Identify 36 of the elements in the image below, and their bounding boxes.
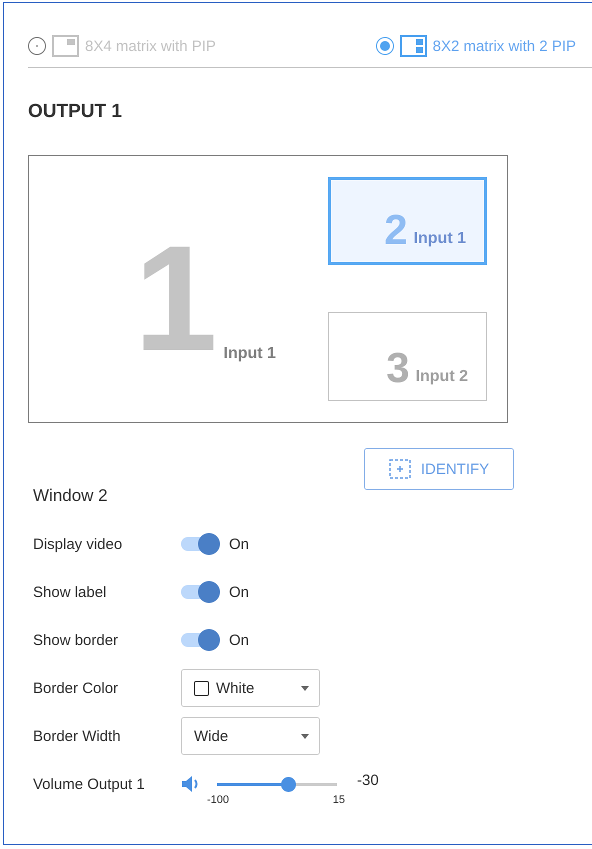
dropdown[interactable]: White	[181, 669, 320, 707]
setting-label: Show label	[33, 584, 108, 600]
pip-window[interactable]: 3 Input 2	[328, 312, 487, 401]
setting-label: Volume Output 1	[33, 776, 146, 792]
window-number: 1	[134, 235, 218, 363]
setting-label: Border Color	[33, 680, 120, 696]
slider-min-label: -100	[207, 794, 230, 806]
slider-max-label: 15	[332, 794, 345, 806]
pip-window[interactable]: 2 Input 1	[328, 177, 487, 265]
radio-button[interactable]	[376, 37, 394, 55]
window-number: 2	[384, 212, 408, 248]
volume-value: -30	[357, 772, 379, 788]
layout-icon	[400, 35, 427, 57]
setting-label: Border Width	[33, 728, 122, 744]
window-label: Input 2	[416, 368, 468, 386]
window-number: 3	[386, 350, 410, 386]
identify-button[interactable]: IDENTIFY	[364, 448, 514, 490]
crosshair-icon	[388, 459, 411, 479]
slider-thumb[interactable]	[281, 776, 296, 792]
dropdown[interactable]: Wide	[181, 717, 320, 755]
toggle-state: On	[229, 584, 250, 600]
setting-label: Show border	[33, 632, 120, 648]
window-title: Window 2	[33, 486, 109, 506]
caret-icon	[301, 734, 309, 738]
main-window[interactable]: 1 Input 1	[30, 157, 320, 421]
output-title: OUTPUT 1	[28, 101, 123, 123]
layout-icon	[52, 35, 79, 57]
toggle-state: On	[229, 536, 250, 552]
layout-option-label[interactable]: 8X4 matrix with PIP	[85, 38, 216, 54]
setting-label: Display video	[33, 536, 124, 552]
window-label: Input 1	[414, 230, 466, 248]
layout-option-label[interactable]: 8X2 matrix with 2 PIP	[432, 38, 576, 54]
toggle-state: On	[229, 632, 250, 648]
window-label: Input 1	[224, 344, 276, 363]
caret-icon	[301, 686, 309, 690]
radio-button[interactable]	[28, 37, 46, 55]
